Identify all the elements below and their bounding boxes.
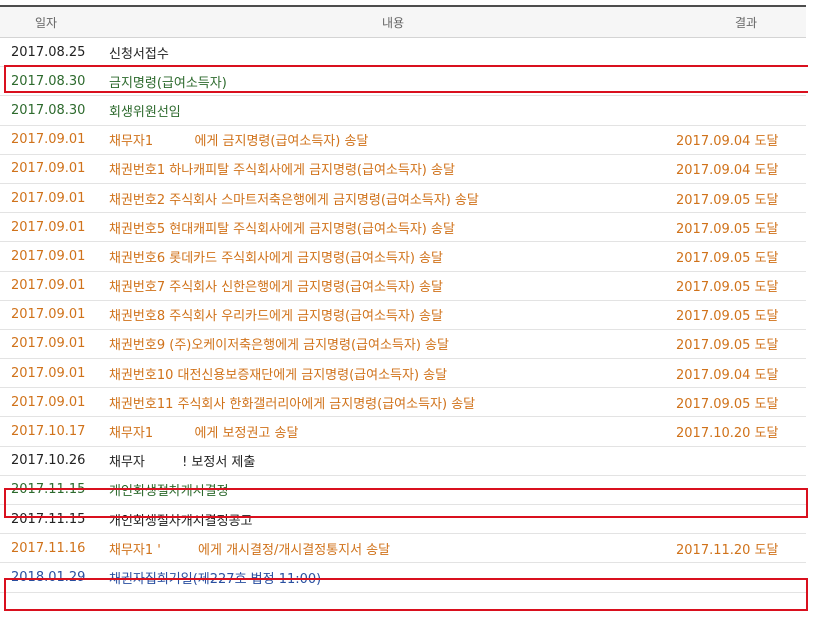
table-row: 2017.11.15 개인회생절차개시결정공고 — [0, 505, 806, 535]
table-row: 2017.11.16 채무자1 ' 에게 개시결정/개시결정통지서 송달 2017.… — [0, 534, 806, 564]
table-row: 2017.09.01 채무자1 에게 금지명령(급여소득자) 송달 2017.09.… — [0, 126, 806, 155]
row-content: 개인회생절차개시결정 — [109, 484, 229, 500]
row-content: 채권번호9 (주)오케이저축은행에게 금지명령(급여소득자) 송달 — [109, 338, 449, 354]
row-content: 채무자 ! 보정서 제출 — [109, 455, 256, 471]
row-result: 2017.09.05 도달 — [676, 221, 779, 237]
table-row: 2017.09.01 채권번호9 (주)오케이저축은행에게 금지명령(급여소득자)… — [0, 330, 806, 360]
row-date: 2017.10.17 — [11, 424, 86, 440]
row-date: 2017.09.01 — [11, 190, 86, 206]
row-date: 2017.09.01 — [11, 248, 86, 264]
row-date: 2017.11.15 — [11, 511, 86, 527]
table-row: 2017.08.30 금지명령(급여소득자) — [0, 67, 806, 97]
row-date: 2018.01.29 — [11, 569, 86, 585]
row-date: 2017.09.01 — [11, 307, 86, 323]
row-date: 2017.08.30 — [11, 73, 86, 89]
row-content: 회생위원선임 — [109, 104, 181, 120]
row-result: 2017.09.05 도달 — [676, 280, 779, 296]
row-content: 채무자1 에게 보정권고 송달 — [109, 426, 299, 442]
row-date: 2017.10.26 — [11, 453, 86, 469]
table-row: 2017.08.25 신청서접수 — [0, 38, 806, 68]
row-content: 채권번호8 주식회사 우리카드에게 금지명령(급여소득자) 송달 — [109, 309, 443, 325]
row-result: 2017.09.05 도달 — [676, 192, 779, 208]
row-date: 2017.09.01 — [11, 365, 86, 381]
row-content: 채권번호1 하나캐피탈 주식회사에게 금지명령(급여소득자) 송달 — [109, 163, 455, 179]
table-row: 2017.09.01 채권번호2 주식회사 스마트저축은행에게 금지명령(급여소득… — [0, 184, 806, 214]
row-content: 채권번호6 롯데카드 주식회사에게 금지명령(급여소득자) 송달 — [109, 250, 443, 266]
row-content: 채권자집회기일(제227호 법정 11:00) — [109, 571, 322, 587]
row-content: 채권번호5 현대캐피탈 주식회사에게 금지명령(급여소득자) 송달 — [109, 221, 455, 237]
row-date: 2017.09.01 — [11, 132, 86, 148]
row-date: 2017.09.01 — [11, 161, 86, 177]
table-row: 2017.09.01 채권번호5 현대캐피탈 주식회사에게 금지명령(급여소득자)… — [0, 213, 806, 243]
row-result: 2017.09.05 도달 — [676, 309, 779, 325]
row-result: 2017.11.20 도달 — [676, 542, 779, 558]
header-result: 결과 — [734, 15, 758, 30]
row-content: 채권번호7 주식회사 신한은행에게 금지명령(급여소득자) 송달 — [109, 280, 443, 296]
row-content: 신청서접수 — [109, 46, 169, 62]
table-row: 2017.09.01 채권번호6 롯데카드 주식회사에게 금지명령(급여소득자) … — [0, 242, 806, 272]
row-result: 2017.09.05 도달 — [676, 250, 779, 266]
row-result: 2017.09.05 도달 — [676, 338, 779, 354]
table-row: 2017.09.01 채권번호10 대전신용보증재단에게 금지명령(급여소득자) … — [0, 359, 806, 389]
table-header: 일자 내용 결과 — [0, 7, 806, 38]
row-date: 2017.11.15 — [11, 482, 86, 498]
row-content: 채무자1 ' 에게 개시결정/개시결정통지서 송달 — [109, 542, 391, 558]
row-date: 2017.08.25 — [11, 44, 86, 60]
row-result: 2017.09.04 도달 — [676, 367, 779, 383]
row-date: 2017.09.01 — [11, 394, 86, 410]
table-row: 2017.09.01 채권번호8 주식회사 우리카드에게 금지명령(급여소득자) … — [0, 301, 806, 330]
row-result: 2017.09.04 도달 — [676, 163, 779, 179]
row-date: 2017.09.01 — [11, 219, 86, 235]
row-date: 2017.08.30 — [11, 102, 86, 118]
row-content: 채권번호11 주식회사 한화갤러리아에게 금지명령(급여소득자) 송달 — [109, 396, 476, 412]
table-row: 2017.09.01 채권번호11 주식회사 한화갤러리아에게 금지명령(급여소득… — [0, 388, 806, 418]
row-result: 2017.09.05 도달 — [676, 396, 779, 412]
table-row: 2017.09.01 채권번호7 주식회사 신한은행에게 금지명령(급여소득자) … — [0, 272, 806, 301]
row-content: 개인회생절차개시결정공고 — [109, 513, 253, 529]
table-row: 2018.01.29 채권자집회기일(제227호 법정 11:00) — [0, 563, 806, 593]
row-content: 채권번호2 주식회사 스마트저축은행에게 금지명령(급여소득자) 송달 — [109, 192, 479, 208]
header-date: 일자 — [35, 15, 58, 30]
table-row: 2017.10.26 채무자 ! 보정서 제출 — [0, 447, 806, 476]
table-row: 2017.11.15 개인회생절차개시결정 — [0, 476, 806, 505]
table-row: 2017.08.30 회생위원선임 — [0, 96, 806, 126]
row-date: 2017.09.01 — [11, 336, 86, 352]
table-row: 2017.10.17 채무자1 에게 보정권고 송달 2017.10.20 도달 — [0, 417, 806, 447]
table-row: 2017.09.01 채권번호1 하나캐피탈 주식회사에게 금지명령(급여소득자)… — [0, 155, 806, 184]
row-content: 채권번호10 대전신용보증재단에게 금지명령(급여소득자) 송달 — [109, 367, 448, 383]
row-content: 채무자1 에게 금지명령(급여소득자) 송달 — [109, 134, 369, 150]
row-result: 2017.09.04 도달 — [676, 134, 779, 150]
header-content: 내용 — [381, 15, 405, 30]
row-date: 2017.09.01 — [11, 278, 86, 294]
table-body: 2017.08.25 신청서접수 2017.08.30 금지명령(급여소득자) 2017… — [0, 38, 806, 593]
page-scrollbar[interactable] — [808, 0, 820, 621]
row-result: 2017.10.20 도달 — [676, 426, 779, 442]
row-date: 2017.11.16 — [11, 540, 86, 556]
row-content: 금지명령(급여소득자) — [109, 75, 227, 91]
case-progress-table: 일자 내용 결과 2017.08.25 신청서접수 2017.08.30 금지명령(급… — [0, 5, 806, 593]
